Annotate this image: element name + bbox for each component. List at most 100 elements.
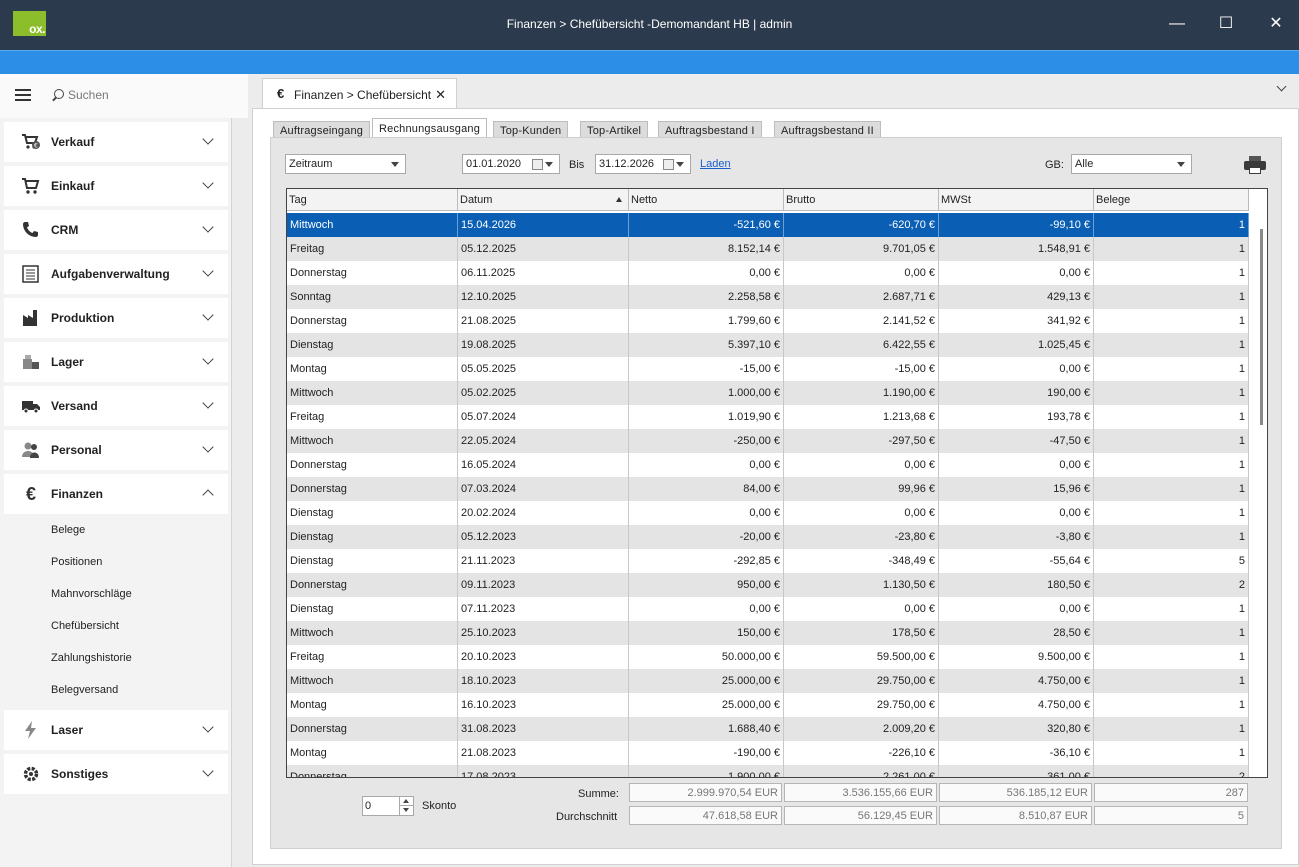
table-row[interactable]: Dienstag 07.11.2023 0,00 €0,00 €0,00 €1 <box>287 597 1249 621</box>
table-row[interactable]: Mittwoch 15.04.2026 -521,60 € -620,70 € -99,… <box>287 213 1249 237</box>
table-row[interactable]: Dienstag 19.08.2025 5.397,10 €6.422,55 €1.… <box>287 333 1249 357</box>
column-header-tag[interactable]: Tag <box>287 189 458 211</box>
calendar-icon[interactable] <box>532 159 543 170</box>
sidebar-subitem-mahnvorschlaege[interactable]: Mahnvorschläge <box>51 588 132 600</box>
cell-brutto: 2.009,20 € <box>784 717 939 741</box>
sidebar-item-label: Versand <box>51 399 98 413</box>
table-row[interactable]: Dienstag 21.11.2023 -292,85 € -348,49 € -55,… <box>287 549 1249 573</box>
cell-brutto: -348,49 € <box>784 549 939 573</box>
chevron-down-icon <box>202 765 214 777</box>
print-icon[interactable] <box>1244 156 1266 174</box>
sidebar-subitem-belege[interactable]: Belege <box>51 524 85 536</box>
table-row[interactable]: Montag 21.08.2023 -190,00 € -226,10 € -36,10… <box>287 741 1249 765</box>
summe-belege: 287 <box>1094 783 1248 802</box>
period-select[interactable]: Zeitraum <box>285 154 406 174</box>
sidebar-item-crm[interactable]: CRM <box>4 210 228 250</box>
stepper-up-icon[interactable] <box>399 797 413 806</box>
sidebar-item-finanzen[interactable]: € Finanzen <box>4 474 228 514</box>
sidebar-subitem-zahlungshistorie[interactable]: Zahlungshistorie <box>51 652 132 664</box>
close-window-button[interactable]: ✕ <box>1261 10 1291 38</box>
accent-bar <box>0 50 1299 74</box>
date-to-field[interactable]: 31.12.2026 <box>595 154 691 174</box>
cell-netto: 1.799,60 € <box>629 309 784 333</box>
sidebar-item-lager[interactable]: Lager <box>4 342 228 382</box>
cell-belege: 1 <box>1094 453 1249 477</box>
cell-tag: Dienstag <box>287 525 458 549</box>
table-row[interactable]: Freitag 05.12.2025 8.152,14 €9.701,05 €1.5… <box>287 237 1249 261</box>
table-row[interactable]: Mittwoch 18.10.2023 25.000,00 €29.750,00 €… <box>287 669 1249 693</box>
document-tab[interactable]: € Finanzen > Chefübersicht ✕ <box>262 78 457 108</box>
cell-belege: 1 <box>1094 429 1249 453</box>
column-header-brutto[interactable]: Brutto <box>784 189 939 211</box>
sidebar-subitem-positionen[interactable]: Positionen <box>51 556 102 568</box>
maximize-button[interactable]: ☐ <box>1211 10 1241 38</box>
vertical-scrollbar[interactable] <box>1260 229 1263 425</box>
table-row[interactable]: Mittwoch 22.05.2024 -250,00 € -297,50 € -47,… <box>287 429 1249 453</box>
cell-belege: 1 <box>1094 741 1249 765</box>
sidebar-item-verkauf[interactable]: € Verkauf <box>4 122 228 162</box>
hamburger-menu-icon[interactable] <box>15 89 31 101</box>
table-row[interactable]: Donnerstag 16.05.2024 0,00 €0,00 €0,00 €1 <box>287 453 1249 477</box>
skonto-stepper[interactable]: 0 <box>362 796 414 816</box>
column-header-datum[interactable]: Datum <box>458 189 629 211</box>
cell-tag: Mittwoch <box>287 213 458 237</box>
table-row[interactable]: Dienstag 05.12.2023 -20,00 € -23,80 € -3,80 … <box>287 525 1249 549</box>
summe-mwst: 536.185,12 EUR <box>939 783 1092 802</box>
gb-select[interactable]: Alle <box>1071 154 1192 174</box>
table-row[interactable]: Dienstag 20.02.2024 0,00 €0,00 €0,00 €1 <box>287 501 1249 525</box>
table-row[interactable]: Freitag 20.10.2023 50.000,00 €59.500,00 €9… <box>287 645 1249 669</box>
cell-mwst: -36,10 € <box>939 741 1094 765</box>
column-header-belege[interactable]: Belege <box>1094 189 1249 211</box>
column-header-mwst[interactable]: MWSt <box>939 189 1094 211</box>
sort-ascending-icon <box>616 197 622 202</box>
table-row[interactable]: Donnerstag 07.03.2024 84,00 €99,96 €15,96 … <box>287 477 1249 501</box>
sidebar-item-sonstiges[interactable]: Sonstiges <box>4 754 228 794</box>
load-link[interactable]: Laden <box>700 158 731 170</box>
chevron-down-icon <box>202 265 214 277</box>
cell-brutto: 6.422,55 € <box>784 333 939 357</box>
sidebar-item-versand[interactable]: Versand <box>4 386 228 426</box>
column-header-netto[interactable]: Netto <box>629 189 784 211</box>
sidebar-item-personal[interactable]: Personal <box>4 430 228 470</box>
sidebar-subitem-chefuebersicht[interactable]: Chefübersicht <box>51 620 119 632</box>
cell-belege: 2 <box>1094 765 1249 777</box>
sidebar-item-laser[interactable]: Laser <box>4 710 228 750</box>
calendar-icon[interactable] <box>663 159 674 170</box>
cell-tag: Montag <box>287 741 458 765</box>
cell-brutto: 178,50 € <box>784 621 939 645</box>
cell-belege: 2 <box>1094 573 1249 597</box>
stepper-down-icon[interactable] <box>399 806 413 815</box>
table-row[interactable]: Mittwoch 05.02.2025 1.000,00 €1.190,00 €19… <box>287 381 1249 405</box>
close-tab-icon[interactable]: ✕ <box>435 87 446 103</box>
table-row[interactable]: Donnerstag 09.11.2023 950,00 €1.130,50 €18… <box>287 573 1249 597</box>
sidebar-subitem-belegversand[interactable]: Belegversand <box>51 684 118 696</box>
minimize-button[interactable]: — <box>1162 10 1192 38</box>
chevron-down-icon[interactable] <box>1276 81 1287 92</box>
sidebar-item-produktion[interactable]: Produktion <box>4 298 228 338</box>
cell-belege: 1 <box>1094 597 1249 621</box>
cell-brutto: 59.500,00 € <box>784 645 939 669</box>
sidebar-item-einkauf[interactable]: Einkauf <box>4 166 228 206</box>
table-row[interactable]: Montag 16.10.2023 25.000,00 €29.750,00 €4.… <box>287 693 1249 717</box>
table-row[interactable]: Freitag 05.07.2024 1.019,90 €1.213,68 €193… <box>287 405 1249 429</box>
sidebar-item-aufgabenverwaltung[interactable]: Aufgabenverwaltung <box>4 254 228 294</box>
cell-belege: 1 <box>1094 669 1249 693</box>
sidebar-item-label: Sonstiges <box>51 767 109 781</box>
table-row[interactable]: Montag 05.05.2025 -15,00 € -15,00 €0,00 €1 <box>287 357 1249 381</box>
summe-brutto: 3.536.155,66 EUR <box>784 783 937 802</box>
table-row[interactable]: Donnerstag 21.08.2025 1.799,60 €2.141,52 €… <box>287 309 1249 333</box>
warehouse-icon <box>21 353 41 371</box>
chevron-down-icon <box>202 221 214 233</box>
table-row[interactable]: Donnerstag 06.11.2025 0,00 €0,00 €0,00 €1 <box>287 261 1249 285</box>
table-row[interactable]: Donnerstag 17.08.2023 1.900,00 €2.261,00 €… <box>287 765 1249 777</box>
table-row[interactable]: Donnerstag 31.08.2023 1.688,40 €2.009,20 €… <box>287 717 1249 741</box>
cell-datum: 21.11.2023 <box>458 549 629 573</box>
durchschnitt-brutto: 56.129,45 EUR <box>784 806 937 825</box>
date-from-field[interactable]: 01.01.2020 <box>462 154 560 174</box>
table-row[interactable]: Sonntag 12.10.2025 2.258,58 €2.687,71 €429… <box>287 285 1249 309</box>
cell-datum: 20.10.2023 <box>458 645 629 669</box>
cell-brutto: 0,00 € <box>784 501 939 525</box>
cell-datum: 22.05.2024 <box>458 429 629 453</box>
search-placeholder[interactable]: Suchen <box>68 88 109 102</box>
table-row[interactable]: Mittwoch 25.10.2023 150,00 €178,50 €28,50 … <box>287 621 1249 645</box>
